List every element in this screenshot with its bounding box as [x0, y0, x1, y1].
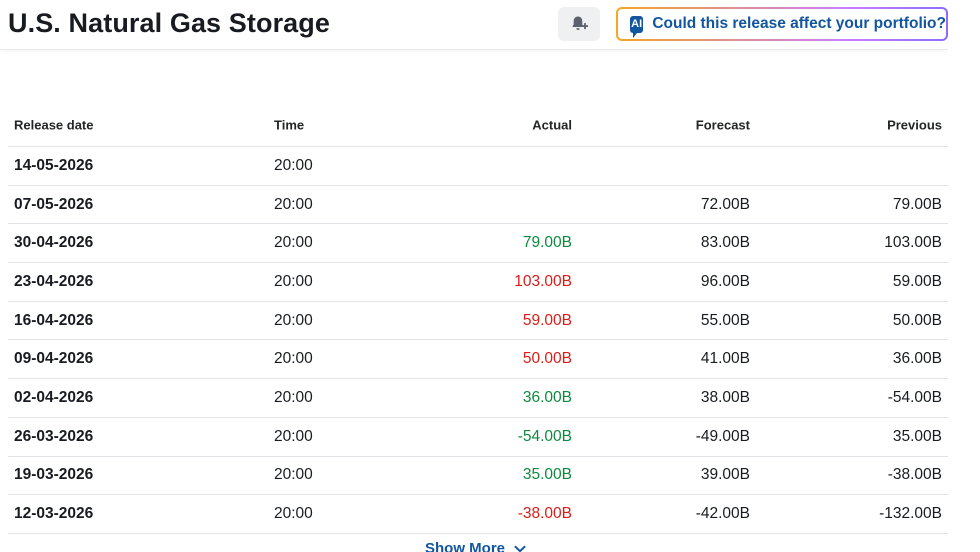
release-time: 20:00 [274, 156, 313, 174]
release-time: 20:00 [274, 505, 313, 523]
actual-value: -38.00B [517, 505, 572, 523]
previous-value: 79.00B [892, 195, 942, 213]
show-more-button[interactable]: Show More [425, 540, 527, 552]
actual-value: 35.00B [522, 466, 572, 484]
release-date: 07-05-2026 [14, 195, 94, 213]
table-row: 30-04-2026 20:00 79.00B 83.00B 103.00B [8, 224, 948, 264]
actual-value: 36.00B [522, 388, 572, 406]
page-title: U.S. Natural Gas Storage [8, 8, 330, 38]
release-time: 20:00 [274, 272, 313, 290]
table-row: 02-04-2026 20:00 36.00B 38.00B -54.00B [8, 379, 948, 418]
chevron-down-icon [514, 545, 526, 552]
release-time: 20:00 [274, 234, 313, 252]
table-header: Release date Time Actual Forecast Previo… [8, 104, 948, 147]
previous-value: 59.00B [892, 272, 942, 290]
release-date: 23-04-2026 [14, 272, 94, 290]
table-row: 19-03-2026 20:00 35.00B 39.00B -38.00B [8, 457, 948, 496]
table-row: 23-04-2026 20:00 103.00B 96.00B 59.00B [8, 263, 948, 302]
release-time: 20:00 [274, 311, 313, 329]
ai-portfolio-button[interactable]: AI Could this release affect your portfo… [616, 7, 948, 41]
release-date: 12-03-2026 [14, 505, 94, 523]
previous-value: 103.00B [884, 234, 942, 252]
ai-badge-icon: AI [630, 15, 644, 38]
release-history-table: Release date Time Actual Forecast Previo… [8, 104, 948, 534]
previous-value: 35.00B [892, 427, 942, 445]
table-row: 12-03-2026 20:00 -38.00B -42.00B -132.00… [8, 495, 948, 534]
show-more-label: Show More [425, 540, 506, 552]
release-time: 20:00 [274, 195, 313, 213]
forecast-value: 96.00B [700, 272, 750, 290]
column-header-release-date: Release date [14, 117, 94, 133]
actual-value: 50.00B [522, 350, 572, 368]
forecast-value: 41.00B [700, 350, 750, 368]
page: U.S. Natural Gas Storage AI Could this r… [0, 0, 980, 552]
release-date: 30-04-2026 [14, 234, 94, 252]
forecast-value: -49.00B [695, 427, 750, 445]
forecast-value: 39.00B [700, 466, 750, 484]
table-row: 07-05-2026 20:00 72.00B 79.00B [8, 186, 948, 225]
bell-plus-icon [572, 16, 588, 30]
column-header-previous: Previous [887, 117, 942, 133]
previous-value: 50.00B [892, 311, 942, 329]
release-date: 09-04-2026 [14, 350, 94, 368]
previous-value: -38.00B [887, 466, 942, 484]
forecast-value: 83.00B [700, 234, 750, 252]
release-date: 02-04-2026 [14, 388, 94, 406]
release-time: 20:00 [274, 427, 313, 445]
create-alert-button[interactable] [558, 7, 600, 41]
table-row: 26-03-2026 20:00 -54.00B -49.00B 35.00B [8, 418, 948, 457]
forecast-value: 38.00B [700, 388, 750, 406]
forecast-value: 72.00B [700, 195, 750, 213]
header: U.S. Natural Gas Storage AI Could this r… [0, 0, 948, 50]
release-time: 20:00 [274, 350, 313, 368]
release-date: 16-04-2026 [14, 311, 94, 329]
forecast-value: -42.00B [695, 505, 750, 523]
column-header-actual: Actual [532, 117, 572, 133]
actual-value: 103.00B [514, 272, 572, 290]
actual-value: 79.00B [522, 234, 572, 252]
column-header-forecast: Forecast [695, 117, 750, 133]
release-date: 19-03-2026 [14, 466, 94, 484]
column-header-time: Time [274, 117, 305, 133]
ai-portfolio-label: Could this release affect your portfolio… [652, 15, 946, 32]
previous-value: -132.00B [879, 505, 942, 523]
release-time: 20:00 [274, 466, 313, 484]
release-date: 26-03-2026 [14, 427, 94, 445]
actual-value: 59.00B [522, 311, 572, 329]
release-time: 20:00 [274, 388, 313, 406]
previous-value: -54.00B [887, 388, 942, 406]
table-row: 16-04-2026 20:00 59.00B 55.00B 50.00B [8, 302, 948, 341]
forecast-value: 55.00B [700, 311, 750, 329]
actual-value: -54.00B [517, 427, 572, 445]
release-date: 14-05-2026 [14, 156, 94, 174]
table-row: 09-04-2026 20:00 50.00B 41.00B 36.00B [8, 340, 948, 380]
previous-value: 36.00B [892, 350, 942, 368]
table-row: 14-05-2026 20:00 [8, 147, 948, 186]
